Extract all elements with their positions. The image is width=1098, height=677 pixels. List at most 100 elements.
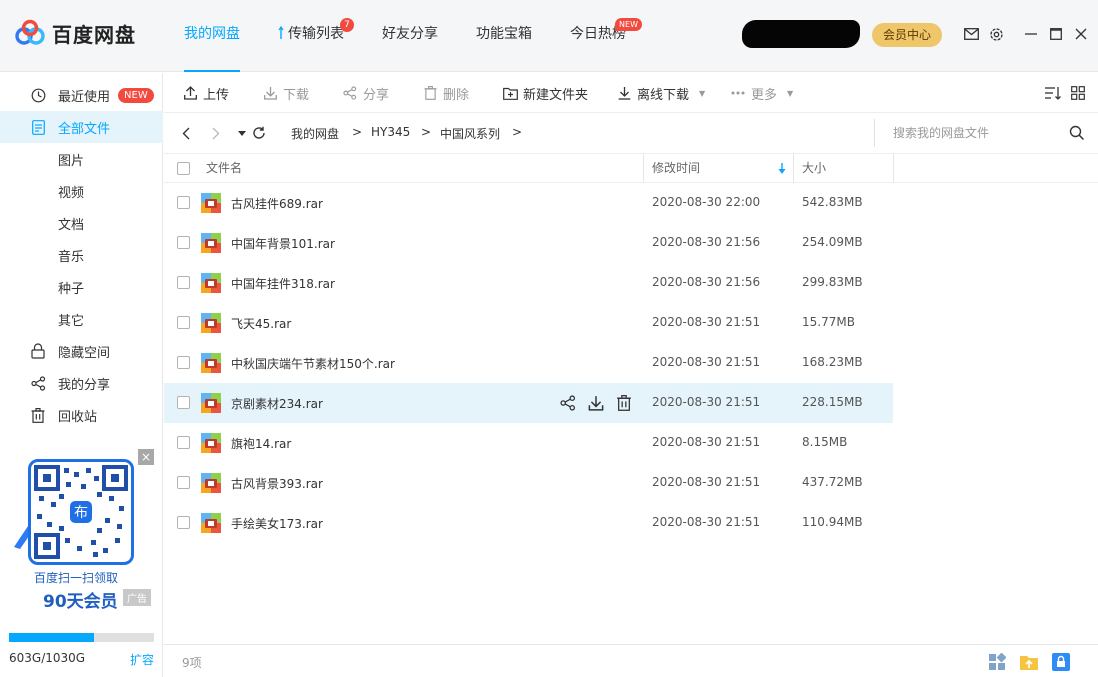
promo-close-button[interactable]: × — [138, 449, 154, 465]
row-checkbox[interactable] — [177, 476, 190, 489]
trash-icon[interactable] — [616, 395, 632, 411]
row-checkbox[interactable] — [177, 236, 190, 249]
row-checkbox[interactable] — [177, 356, 190, 369]
file-name[interactable]: 旗袍14.rar — [231, 435, 291, 452]
file-name[interactable]: 中秋国庆端午节素材150个.rar — [231, 355, 395, 372]
new-folder-button[interactable]: 新建文件夹 — [502, 73, 588, 113]
upload-folder-icon[interactable] — [1020, 653, 1038, 671]
more-button[interactable]: 更多 ▼ — [730, 73, 793, 113]
row-checkbox[interactable] — [177, 516, 190, 529]
mail-icon[interactable] — [963, 26, 979, 42]
apps-grid-icon[interactable] — [988, 653, 1006, 671]
lock-icon[interactable] — [1052, 653, 1070, 671]
share-icon[interactable] — [560, 395, 576, 411]
file-name[interactable]: 中国年挂件318.rar — [231, 275, 335, 292]
more-dots-icon — [730, 85, 746, 101]
sidebar-item-music[interactable]: 音乐 — [0, 239, 163, 271]
search-input[interactable] — [893, 124, 1063, 142]
promo-banner[interactable]: 布 × 百度扫一扫领取 90天会员 广告 — [10, 449, 155, 617]
row-checkbox[interactable] — [177, 316, 190, 329]
row-checkbox[interactable] — [177, 436, 190, 449]
column-divider[interactable] — [893, 154, 894, 183]
table-row[interactable]: 古风背景393.rar 2020-08-30 21:51 437.72MB — [164, 463, 893, 503]
table-row[interactable]: 手绘美女173.rar 2020-08-30 21:51 110.94MB — [164, 503, 893, 543]
history-dropdown-icon[interactable] — [234, 125, 250, 141]
nav-transfer-list[interactable]: 传输列表 7 — [278, 0, 354, 72]
sidebar-item-recent[interactable]: 最近使用 NEW — [0, 79, 163, 111]
delete-button[interactable]: 删除 — [422, 73, 469, 113]
transfer-icon — [278, 26, 284, 39]
file-name[interactable]: 手绘美女173.rar — [231, 515, 323, 532]
file-name[interactable]: 古风背景393.rar — [231, 475, 323, 492]
file-size: 254.09MB — [802, 235, 863, 249]
transfer-count-badge: 7 — [340, 18, 354, 32]
file-name[interactable]: 飞天45.rar — [231, 315, 291, 332]
sidebar-item-hidden-space[interactable]: 隐藏空间 — [0, 335, 163, 367]
table-row[interactable]: 中国年背景101.rar 2020-08-30 21:56 254.09MB — [164, 223, 893, 263]
close-icon[interactable] — [1073, 26, 1089, 42]
sidebar-item-pictures[interactable]: 图片 — [0, 143, 163, 175]
select-all-checkbox[interactable] — [177, 162, 190, 175]
sidebar-item-all-files[interactable]: 全部文件 — [0, 111, 163, 143]
sidebar-item-recycle-bin[interactable]: 回收站 — [0, 399, 163, 431]
vip-center-button[interactable]: 会员中心 — [872, 23, 942, 47]
file-name[interactable]: 中国年背景101.rar — [231, 235, 335, 252]
nav-hot-today[interactable]: 今日热榜 NEW — [570, 0, 642, 72]
column-header-size[interactable]: 大小 — [802, 154, 826, 183]
back-icon[interactable] — [178, 125, 194, 141]
path-bar: 我的网盘 > HY345 > 中国风系列 > — [164, 113, 1098, 153]
refresh-icon[interactable] — [251, 125, 267, 141]
table-row[interactable]: 古风挂件689.rar 2020-08-30 22:00 542.83MB — [164, 183, 893, 223]
file-modified-time: 2020-08-30 21:51 — [652, 315, 761, 329]
row-checkbox[interactable] — [177, 396, 190, 409]
download-icon[interactable] — [588, 395, 604, 411]
nav-toolbox[interactable]: 功能宝箱 — [476, 0, 532, 72]
sidebar-item-others[interactable]: 其它 — [0, 303, 163, 335]
minimize-icon[interactable] — [1023, 26, 1039, 42]
breadcrumb-separator: > — [512, 125, 523, 139]
nav-friend-share[interactable]: 好友分享 — [382, 0, 438, 72]
table-row[interactable]: 飞天45.rar 2020-08-30 21:51 15.77MB — [164, 303, 893, 343]
rar-file-icon — [201, 433, 221, 453]
maximize-icon[interactable] — [1048, 26, 1064, 42]
delete-label: 删除 — [443, 87, 470, 103]
search-icon[interactable] — [1069, 125, 1085, 141]
top-nav: 我的网盘 传输列表 7 好友分享 功能宝箱 今日热榜 NEW — [184, 0, 664, 72]
row-checkbox[interactable] — [177, 196, 190, 209]
sidebar-item-videos[interactable]: 视频 — [0, 175, 163, 207]
row-checkbox[interactable] — [177, 276, 190, 289]
rar-file-icon — [201, 233, 221, 253]
expand-storage-link[interactable]: 扩容 — [130, 651, 154, 668]
grid-view-button[interactable] — [1070, 73, 1091, 113]
table-row[interactable]: 旗袍14.rar 2020-08-30 21:51 8.15MB — [164, 423, 893, 463]
gear-icon[interactable] — [988, 26, 1004, 42]
table-row[interactable]: 中秋国庆端午节素材150个.rar 2020-08-30 21:51 168.23M… — [164, 343, 893, 383]
username-redacted[interactable] — [742, 20, 860, 48]
sidebar-item-documents[interactable]: 文档 — [0, 207, 163, 239]
column-divider[interactable] — [793, 154, 794, 183]
table-row[interactable]: 京剧素材234.rar 2020-08-30 21:51 228.15MB — [164, 383, 893, 423]
forward-icon[interactable] — [208, 125, 224, 141]
upload-label: 上传 — [203, 87, 230, 103]
offline-download-button[interactable]: 离线下载 ▼ — [616, 73, 705, 113]
table-row[interactable]: 中国年挂件318.rar 2020-08-30 21:56 299.83MB — [164, 263, 893, 303]
column-header-modified[interactable]: 修改时间 — [652, 154, 700, 183]
sidebar-item-label: 视频 — [58, 185, 85, 201]
new-badge: NEW — [118, 87, 154, 103]
upload-button[interactable]: 上传 — [182, 73, 229, 113]
breadcrumb-folder[interactable]: HY345 — [371, 125, 410, 139]
nav-my-netdisk[interactable]: 我的网盘 — [184, 0, 240, 72]
column-header-name[interactable]: 文件名 — [206, 154, 242, 183]
file-name[interactable]: 京剧素材234.rar — [231, 395, 323, 412]
storage-usage-text: 603G/1030G — [9, 651, 86, 665]
file-name[interactable]: 古风挂件689.rar — [231, 195, 323, 212]
download-button[interactable]: 下载 — [262, 73, 309, 113]
sort-desc-arrow-icon[interactable] — [778, 163, 786, 174]
breadcrumb-root[interactable]: 我的网盘 — [291, 125, 339, 142]
column-divider[interactable] — [643, 154, 644, 183]
sidebar-item-my-shares[interactable]: 我的分享 — [0, 367, 163, 399]
sidebar-item-torrents[interactable]: 种子 — [0, 271, 163, 303]
breadcrumb-current[interactable]: 中国风系列 — [440, 125, 500, 142]
sort-button[interactable] — [1045, 73, 1066, 113]
share-button[interactable]: 分享 — [342, 73, 389, 113]
